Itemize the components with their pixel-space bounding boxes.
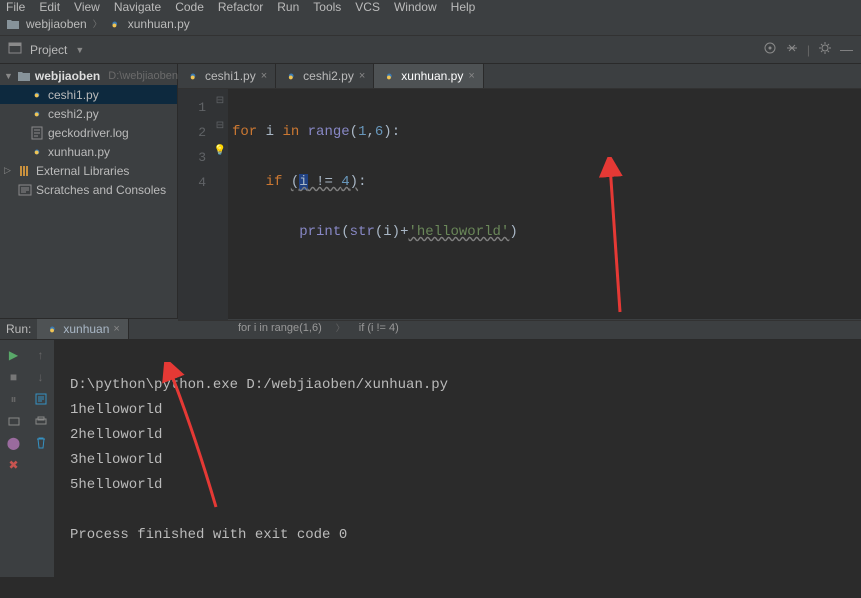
console-line: 3helloworld bbox=[70, 452, 162, 468]
python-file-icon bbox=[45, 323, 59, 335]
divider-icon: | bbox=[807, 43, 810, 57]
dropdown-icon[interactable]: ▼ bbox=[75, 45, 84, 55]
console-output[interactable]: D:\python\python.exe D:/webjiaoben/xunhu… bbox=[54, 340, 861, 577]
folder-icon bbox=[17, 69, 31, 83]
rerun-icon[interactable]: ▶ bbox=[0, 344, 27, 366]
trash-icon[interactable] bbox=[27, 432, 54, 454]
run-gutter: ▶ ↑ ■ ↓ ⏸ ⬤ ✖ bbox=[0, 340, 54, 577]
menu-vcs[interactable]: VCS bbox=[355, 0, 380, 14]
tree-external-libraries[interactable]: ▷ External Libraries bbox=[0, 161, 177, 180]
fold-gutter: ⊟ ⊟ 💡 bbox=[212, 89, 228, 320]
close-icon[interactable]: × bbox=[113, 323, 119, 335]
settings-icon[interactable] bbox=[818, 41, 832, 58]
tree-item-geckodriver[interactable]: geckodriver.log bbox=[0, 123, 177, 142]
tree-scratches[interactable]: Scratches and Consoles bbox=[0, 180, 177, 199]
folder-icon bbox=[6, 17, 20, 31]
bulb-icon[interactable]: 💡 bbox=[212, 145, 228, 170]
console-line: D:\python\python.exe D:/webjiaoben/xunhu… bbox=[70, 377, 448, 393]
down-icon[interactable]: ↓ bbox=[27, 366, 54, 388]
project-toolbar: Project ▼ | — bbox=[0, 36, 861, 64]
editor-body[interactable]: 1 2 3 4 ⊟ ⊟ 💡 for i in range(1,6): if (i… bbox=[178, 89, 861, 320]
python-file-icon bbox=[30, 107, 44, 121]
tree-item-ceshi1[interactable]: ceshi1.py bbox=[0, 85, 177, 104]
close-icon[interactable]: × bbox=[359, 70, 365, 82]
python-file-icon bbox=[186, 70, 200, 82]
code-editor[interactable]: for i in range(1,6): if (i != 4): print(… bbox=[228, 89, 861, 320]
line-gutter: 1 2 3 4 bbox=[178, 89, 212, 320]
main-split: ▼ webjiaoben D:\webjiaoben ceshi1.py ces… bbox=[0, 64, 861, 318]
line-number: 1 bbox=[178, 95, 206, 120]
library-icon bbox=[18, 164, 32, 178]
pause-icon[interactable]: ⏸ bbox=[0, 388, 27, 410]
menu-file[interactable]: File bbox=[6, 0, 25, 14]
menu-run[interactable]: Run bbox=[277, 0, 299, 14]
scratch-icon bbox=[18, 183, 32, 197]
python-file-icon bbox=[108, 18, 122, 30]
python-file-icon bbox=[284, 70, 298, 82]
editor-tabs: ceshi1.py × ceshi2.py × xunhuan.py × bbox=[178, 64, 861, 89]
hide-icon[interactable]: — bbox=[840, 42, 853, 57]
breadcrumb-item[interactable]: if (i != 4) bbox=[359, 322, 399, 334]
menu-refactor[interactable]: Refactor bbox=[218, 0, 263, 14]
python-file-icon bbox=[30, 145, 44, 159]
fold-toggle[interactable]: ⊟ bbox=[212, 120, 228, 145]
menu-help[interactable]: Help bbox=[451, 0, 476, 14]
chevron-right-icon[interactable]: ▷ bbox=[4, 165, 14, 176]
line-number: 2 bbox=[178, 120, 206, 145]
chevron-right-icon: 〉 bbox=[336, 321, 345, 334]
project-label[interactable]: Project bbox=[30, 43, 67, 57]
tree-item-xunhuan[interactable]: xunhuan.py bbox=[0, 142, 177, 161]
text-file-icon bbox=[30, 126, 44, 140]
locate-icon[interactable] bbox=[763, 41, 777, 58]
print-icon[interactable] bbox=[27, 410, 54, 432]
console-line: 1helloworld bbox=[70, 402, 162, 418]
chevron-right-icon: 〉 bbox=[93, 17, 102, 30]
python-file-icon bbox=[30, 88, 44, 102]
project-tree: ▼ webjiaoben D:\webjiaoben ceshi1.py ces… bbox=[0, 64, 178, 318]
menu-window[interactable]: Window bbox=[394, 0, 437, 14]
menu-view[interactable]: View bbox=[74, 0, 100, 14]
run-label: Run: bbox=[0, 322, 37, 336]
console-line: Process finished with exit code 0 bbox=[70, 527, 347, 543]
tab-ceshi1[interactable]: ceshi1.py × bbox=[178, 64, 276, 88]
line-number: 3 bbox=[178, 145, 206, 170]
menu-navigate[interactable]: Navigate bbox=[114, 0, 161, 14]
dump-icon[interactable] bbox=[0, 410, 27, 432]
up-icon[interactable]: ↑ bbox=[27, 344, 54, 366]
run-tab-xunhuan[interactable]: xunhuan × bbox=[37, 319, 128, 339]
path-bar: webjiaoben 〉 xunhuan.py bbox=[0, 12, 861, 36]
tab-ceshi2[interactable]: ceshi2.py × bbox=[276, 64, 374, 88]
soft-wrap-icon[interactable] bbox=[27, 388, 54, 410]
tab-xunhuan[interactable]: xunhuan.py × bbox=[374, 64, 484, 88]
close-icon[interactable]: × bbox=[261, 70, 267, 82]
breadcrumb: for i in range(1,6) 〉 if (i != 4) bbox=[178, 320, 861, 334]
breadcrumb-item[interactable]: for i in range(1,6) bbox=[238, 322, 322, 334]
exit-icon[interactable]: ✖ bbox=[0, 454, 27, 476]
menu-edit[interactable]: Edit bbox=[39, 0, 60, 14]
chevron-down-icon[interactable]: ▼ bbox=[4, 71, 13, 81]
close-icon[interactable]: × bbox=[468, 70, 474, 82]
editor-area: ceshi1.py × ceshi2.py × xunhuan.py × 1 2… bbox=[178, 64, 861, 318]
path-file[interactable]: xunhuan.py bbox=[128, 17, 190, 31]
bug-icon[interactable]: ⬤ bbox=[0, 432, 27, 454]
fold-toggle[interactable]: ⊟ bbox=[212, 95, 228, 120]
tree-item-ceshi2[interactable]: ceshi2.py bbox=[0, 104, 177, 123]
stop-icon[interactable]: ■ bbox=[0, 366, 27, 388]
tree-root[interactable]: ▼ webjiaoben D:\webjiaoben bbox=[0, 66, 177, 85]
run-panel: ▶ ↑ ■ ↓ ⏸ ⬤ ✖ D:\python\python.exe D:/we… bbox=[0, 340, 861, 577]
console-line: 2helloworld bbox=[70, 427, 162, 443]
project-tool-icon[interactable] bbox=[8, 41, 22, 58]
menu-code[interactable]: Code bbox=[175, 0, 204, 14]
python-file-icon bbox=[382, 70, 396, 82]
menu-tools[interactable]: Tools bbox=[313, 0, 341, 14]
collapse-icon[interactable] bbox=[785, 41, 799, 58]
menu-bar: File Edit View Navigate Code Refactor Ru… bbox=[0, 0, 861, 12]
line-number: 4 bbox=[178, 170, 206, 195]
path-project[interactable]: webjiaoben bbox=[26, 17, 87, 31]
console-line: 5helloworld bbox=[70, 477, 162, 493]
